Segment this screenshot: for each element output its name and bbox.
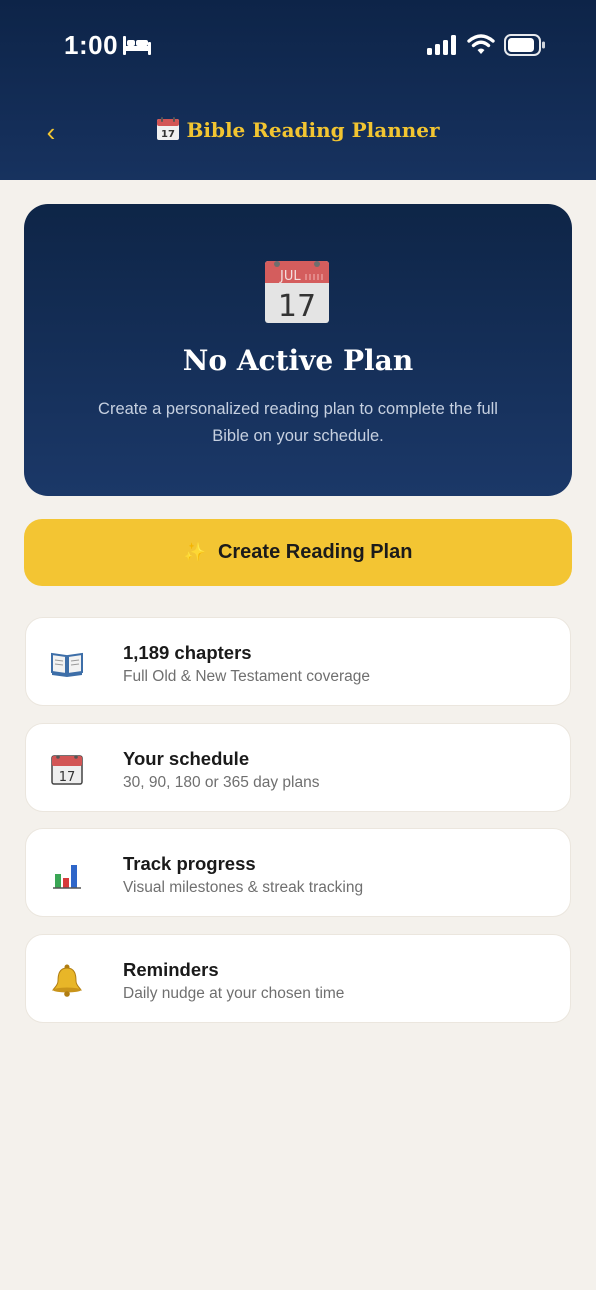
battery-icon: [504, 34, 545, 56]
calendar-day: 17: [278, 289, 316, 324]
calendar-icon: JUL 17: [265, 261, 329, 324]
bar-chart-icon: [52, 859, 82, 889]
wifi-icon: [467, 34, 495, 54]
status-time: 1:00: [64, 30, 119, 60]
cellular-signal-icon: [427, 35, 456, 55]
feature-description: Daily nudge at your chosen time: [123, 985, 345, 1002]
calendar-month: JUL: [279, 269, 301, 284]
svg-text:17: 17: [161, 129, 175, 140]
feature-card-progress: Track progress Visual milestones & strea…: [25, 828, 571, 917]
book-icon: [51, 652, 83, 677]
feature-description: 30, 90, 180 or 365 day plans: [123, 774, 320, 791]
feature-card-chapters: 1,189 chapters Full Old & New Testament …: [25, 617, 571, 706]
page-title: 17 Bible Reading Planner: [0, 117, 596, 142]
page-title-text: Bible Reading Planner: [186, 118, 440, 142]
sleep-focus-icon: [123, 36, 151, 55]
feature-card-reminders: Reminders Daily nudge at your chosen tim…: [25, 934, 571, 1023]
calendar-icon: 17: [157, 117, 180, 140]
feature-description: Full Old & New Testament coverage: [123, 668, 370, 685]
hero-subtitle: Create a personalized reading plan to co…: [98, 400, 498, 445]
app-header: 1:00 ‹ 17 Bible Reading Planner: [0, 0, 596, 180]
feature-description: Visual milestones & streak tracking: [123, 879, 364, 896]
bell-icon: [52, 964, 82, 997]
feature-title: Reminders: [123, 959, 219, 980]
feature-title: Your schedule: [123, 748, 250, 769]
hero-title: No Active Plan: [182, 344, 414, 377]
calendar-icon: 17: [51, 755, 83, 785]
create-reading-plan-label: Create Reading Plan: [217, 541, 413, 563]
create-reading-plan-button[interactable]: ✨ Create Reading Plan: [24, 519, 572, 586]
no-plan-hero-card: JUL 17 No Active Plan Create a personali…: [24, 204, 572, 496]
status-bar: 1:00: [0, 24, 596, 64]
feature-card-schedule: 17 Your schedule 30, 90, 180 or 365 day …: [25, 723, 571, 812]
sparkle-icon: ✨: [183, 542, 206, 562]
svg-text:17: 17: [59, 770, 76, 785]
nav-bar: ‹ 17 Bible Reading Planner: [0, 110, 596, 154]
feature-title: Track progress: [123, 853, 256, 874]
feature-title: 1,189 chapters: [123, 642, 252, 663]
